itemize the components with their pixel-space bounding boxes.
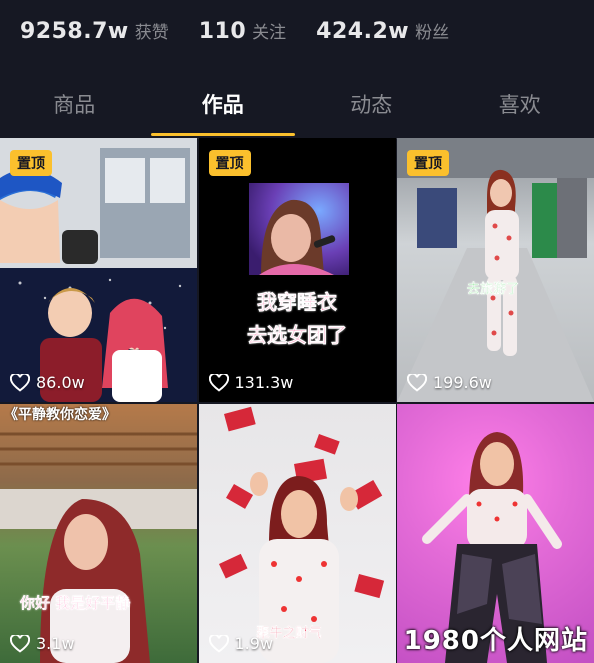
tab-liked[interactable]: 喜欢 [446,78,594,138]
pinned-badge: 置顶 [10,150,52,176]
video-4-art [0,432,197,663]
video-top-text: 《平静教你恋爱》 [4,407,116,423]
like-count: 1.9w [208,634,274,653]
video-thumbnail[interactable]: 置顶 86.0w [0,138,197,402]
video-thumbnail[interactable]: 聚牛之财气 1.9w [198,404,396,663]
watermark: 1980个人网站 [403,626,588,656]
heart-icon [208,634,229,653]
heart-icon [10,373,30,392]
pinned-badge: 置顶 [208,150,251,176]
following-stat[interactable]: 110 关注 [199,18,286,44]
video-caption: 你好 我是好平静 [20,594,131,612]
like-count: 3.1w [10,634,75,653]
followers-stat[interactable]: 424.2w 粉丝 [316,18,449,44]
like-count: 199.6w [407,373,492,392]
pinned-badge: 置顶 [407,150,449,176]
video-grid: 置顶 86.0w 置顶 我穿睡衣 去选女团了 131.3w 置顶 去旅游了 19… [0,138,594,663]
like-count-value: 1.9w [234,634,274,653]
like-count: 86.0w [10,373,85,392]
likes-stat[interactable]: 9258.7w 获赞 [20,18,169,44]
like-count-value: 199.6w [433,373,492,392]
profile-stats: 9258.7w 获赞 110 关注 424.2w 粉丝 [0,0,594,62]
followers-count: 424.2w [316,19,410,44]
likes-count: 9258.7w [20,19,129,44]
video-caption: 去旅游了 [467,282,520,297]
video-caption-line-2: 去选女团了 [247,323,348,348]
like-count: 131.3w [208,373,294,392]
followers-label: 粉丝 [415,23,450,43]
video-1-art [0,138,197,402]
following-label: 关注 [252,23,287,43]
profile-tabs: 商品 作品 动态 喜欢 [0,78,594,139]
heart-icon [10,634,30,653]
following-count: 110 [198,19,247,44]
tab-works[interactable]: 作品 [149,78,298,138]
video-thumbnail[interactable]: 《平静教你恋爱》 你好 我是好平静 3.1w [0,404,197,663]
like-count-value: 86.0w [36,373,85,392]
video-2-art [248,183,349,275]
tab-products[interactable]: 商品 [0,78,149,138]
likes-label: 获赞 [134,23,169,43]
video-caption-line-1: 我穿睡衣 [257,290,338,315]
video-3-art [397,138,594,402]
heart-icon [407,373,427,392]
like-count-value: 131.3w [234,373,294,392]
video-thumbnail[interactable]: 置顶 去旅游了 199.6w [397,138,594,402]
video-thumbnail[interactable]: 置顶 我穿睡衣 去选女团了 131.3w [198,138,396,402]
heart-icon [208,373,229,392]
tab-activity[interactable]: 动态 [297,78,446,138]
like-count-value: 3.1w [36,634,75,653]
